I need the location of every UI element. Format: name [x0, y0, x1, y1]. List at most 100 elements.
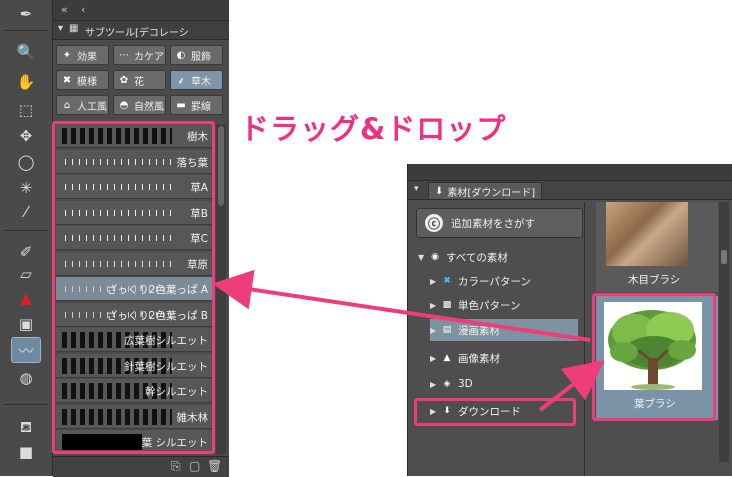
material-divider	[584, 202, 585, 476]
drag-drop-headline: ドラッグ&ドロップ	[240, 112, 507, 146]
material-scrollbar[interactable]	[719, 202, 729, 462]
chevron-right-icon[interactable]: ▶	[430, 301, 440, 310]
material-tree-label: 漫画素材	[458, 324, 500, 337]
move-layer-icon[interactable]: ✥	[12, 124, 40, 148]
gradient-icon[interactable]: ■	[12, 440, 40, 464]
group-label: カケア	[134, 51, 164, 63]
group-icon: ⋯	[119, 49, 129, 61]
chevron-right-icon[interactable]: ▶	[430, 354, 440, 363]
group-icon: ◐	[176, 49, 186, 61]
subtool-group-button[interactable]: ⌂ 人工風	[56, 95, 109, 115]
eyedropper-icon[interactable]: ⁄	[12, 200, 40, 224]
group-label: 模様	[77, 76, 97, 88]
material-tab[interactable]: ⬇ 素材[ダウンロード]	[428, 182, 543, 199]
group-label: 自然風	[134, 101, 164, 113]
group-icon: ✦	[62, 49, 72, 61]
subtool-panel-header: « ‹	[53, 0, 229, 21]
lasso-icon[interactable]: ◯	[12, 150, 40, 174]
material-thumb-label: 木目ブラシ	[628, 274, 681, 286]
image-material-icon: ▲	[443, 353, 451, 363]
search-material-label: 追加素材をさがす	[451, 217, 535, 230]
color-pattern-icon: ✖	[443, 276, 451, 286]
material-tabbar: ▾ ⬇ 素材[ダウンロード]	[408, 181, 732, 200]
collapse-left-icon[interactable]: «	[61, 3, 68, 16]
3d-icon: ◈	[443, 379, 451, 389]
subtool-group-button[interactable]: ▬ 罫線	[170, 95, 223, 115]
subtool-tab[interactable]: ▾ ▦ サブツール[デコレーシ	[53, 21, 229, 40]
material-tree-item[interactable]: ▼ ◉ すべての素材	[418, 246, 578, 268]
material-tree-label: 画像素材	[458, 352, 500, 365]
subtool-group-button[interactable]: ◓ 自然風	[113, 95, 166, 115]
panel-menu-icon[interactable]: ▾	[414, 184, 419, 194]
hand-icon[interactable]: ✋	[12, 70, 40, 94]
delete-subtool-icon[interactable]: 🗑	[207, 459, 222, 473]
fill-icon[interactable]: ▣	[12, 312, 40, 336]
material-tree-label: 単色パターン	[458, 299, 521, 312]
tool-separator	[4, 404, 48, 405]
chevron-down-icon[interactable]: ▼	[418, 253, 428, 262]
zoom-icon[interactable]: 🔍	[12, 40, 40, 64]
pen-icon[interactable]: ✐	[12, 240, 40, 264]
group-icon: ✖	[62, 74, 72, 86]
subtool-group-button[interactable]: ⸙ 草木	[170, 70, 223, 90]
material-tab-label: 素材[ダウンロード]	[447, 187, 536, 199]
download-folder-highlight	[414, 398, 576, 426]
eraser-icon[interactable]: ▱	[12, 262, 40, 286]
scroll-thumb[interactable]	[721, 250, 727, 264]
subtool-panel-icon: ▦	[69, 23, 79, 34]
subtool-panel-footer: ⎘ ▢ 🗑	[53, 456, 229, 477]
group-label: 罫線	[191, 101, 211, 113]
wood-grain-image	[606, 202, 688, 266]
scroll-thumb[interactable]	[218, 126, 224, 206]
material-tree-label: すべての素材	[446, 251, 508, 264]
material-thumb-wood[interactable]: 木目ブラシ	[596, 202, 718, 292]
group-icon: ✿	[119, 74, 129, 86]
material-download-icon: ⬇	[435, 185, 444, 197]
blend-icon[interactable]: ◍	[12, 366, 40, 390]
subtool-title: サブツール[デコレーシ	[85, 28, 189, 39]
subtool-group-button[interactable]: ✦ 効果	[56, 45, 109, 65]
chevron-right-icon[interactable]: ▶	[430, 380, 440, 389]
material-panel-header	[408, 164, 732, 181]
group-label: 効果	[77, 51, 97, 63]
clip-studio-logo-icon: ⓒ	[425, 214, 443, 232]
group-icon: ▬	[176, 99, 186, 111]
material-tree-item[interactable]: ▶ ▩ 単色パターン	[430, 294, 578, 316]
search-material-button[interactable]: ⓒ 追加素材をさがす	[416, 208, 583, 238]
material-tree-item[interactable]: ▶ ▲ 画像素材	[430, 347, 578, 369]
chevron-right-icon[interactable]: ▶	[430, 326, 440, 335]
material-tree-item[interactable]: ▶ ◈ 3D	[430, 373, 578, 395]
tool-palette: ✒ 🔍 ✋ ⬚ ✥ ◯ ✳ ⁄ ✐ ▱ ▲ ▣ 〰 ◍ ⛾ ■	[0, 0, 53, 476]
panel-menu-icon[interactable]: ▾	[58, 23, 63, 34]
decoration-icon[interactable]: 〰	[11, 337, 41, 363]
airbrush-icon[interactable]: ▲	[12, 286, 40, 310]
copy-subtool-icon[interactable]: ⎘	[171, 459, 181, 474]
group-icon: ⸙	[177, 76, 185, 87]
new-subtool-icon[interactable]: ▢	[189, 459, 200, 473]
group-label: 草木	[191, 76, 211, 88]
all-materials-icon: ◉	[431, 252, 439, 262]
magic-wand-icon[interactable]: ✳	[12, 176, 40, 200]
material-tree-item[interactable]: ▶ ▤ 漫画素材	[430, 319, 578, 341]
tool-separator	[4, 230, 48, 231]
material-tree-label: カラーパターン	[458, 275, 531, 288]
group-icon: ◓	[119, 99, 129, 111]
chevron-left-icon[interactable]: ‹	[81, 3, 85, 16]
pen-nib-icon[interactable]: ✒	[12, 2, 40, 26]
material-tree-item[interactable]: ▶ ✖ カラーパターン	[430, 270, 578, 292]
tool-separator	[4, 30, 48, 31]
brush-list-highlight	[52, 121, 215, 454]
chevron-right-icon[interactable]: ▶	[430, 277, 440, 286]
group-label: 人工風	[77, 101, 107, 113]
manga-material-icon: ▤	[442, 325, 452, 335]
subtool-group-button[interactable]: ◐ 服飾	[170, 45, 223, 65]
object-select-icon[interactable]: ⬚	[12, 98, 40, 122]
group-label: 花	[134, 76, 144, 88]
group-label: 服飾	[191, 51, 211, 63]
subtool-group-button[interactable]: ✖ 模様	[56, 70, 109, 90]
brush-list-scrollbar[interactable]	[216, 124, 226, 454]
leaf-brush-highlight	[592, 293, 716, 421]
subtool-group-button[interactable]: ⋯ カケア	[113, 45, 166, 65]
subtool-group-button[interactable]: ✿ 花	[113, 70, 166, 90]
paint-bucket-icon[interactable]: ⛾	[12, 416, 40, 440]
